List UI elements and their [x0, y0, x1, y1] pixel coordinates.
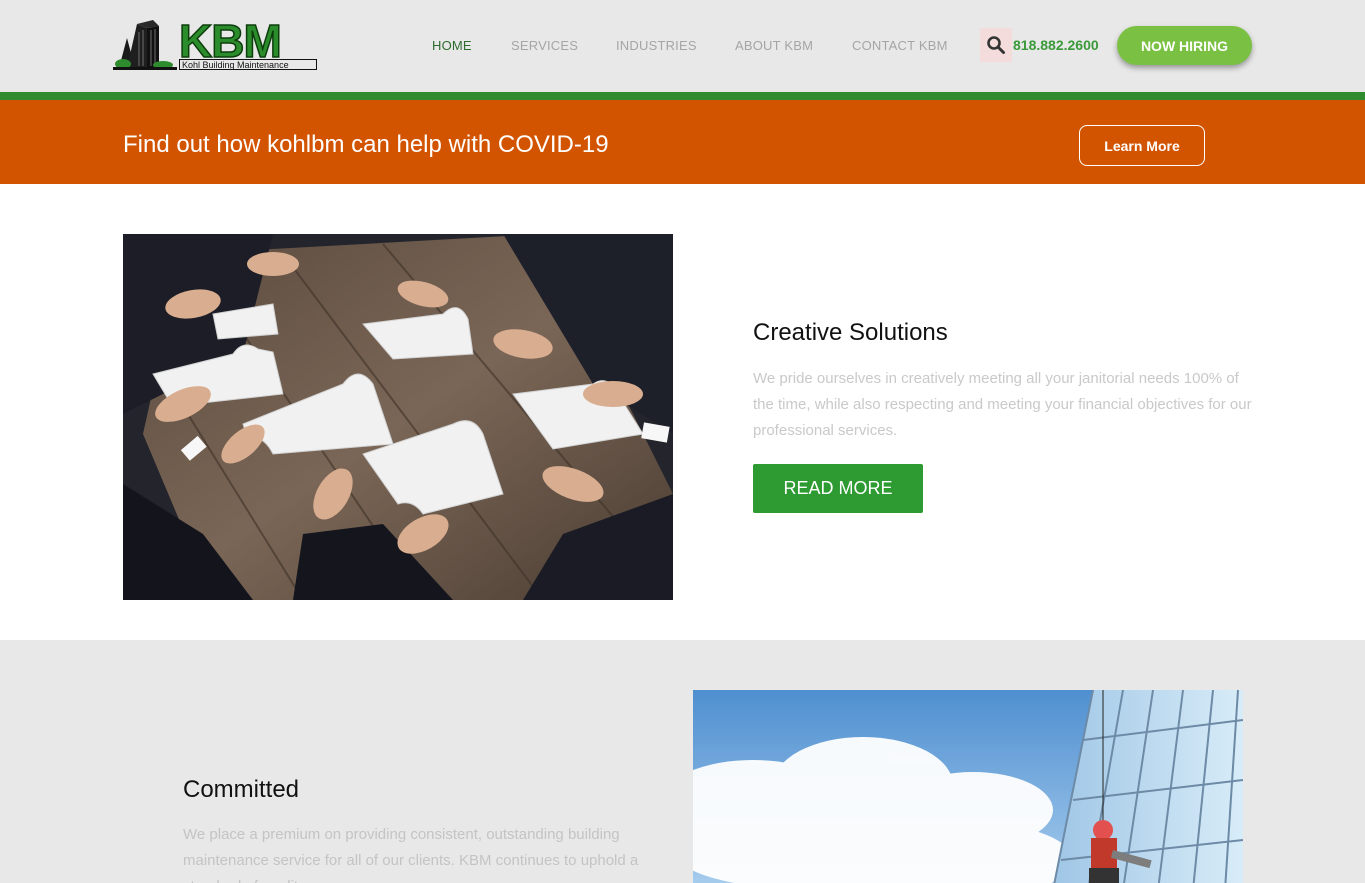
window-cleaner-image — [693, 690, 1243, 883]
puzzle-teamwork-image — [123, 234, 673, 600]
nav-item-services[interactable]: SERVICES — [511, 38, 578, 53]
banner-text: Find out how kohlbm can help with COVID-… — [123, 131, 609, 158]
logo-tagline: Kohl Building Maintenance — [179, 59, 317, 70]
creative-solutions-text: We pride ourselves in creatively meeting… — [753, 370, 1252, 439]
header-divider — [0, 92, 1365, 100]
nav-item-about[interactable]: ABOUT KBM — [735, 38, 813, 53]
committed-text: We place a premium on providing consiste… — [183, 826, 639, 883]
nav-item-industries[interactable]: INDUSTRIES — [616, 38, 697, 53]
phone-number-link[interactable]: 818.882.2600 — [1013, 37, 1099, 53]
search-button[interactable] — [980, 28, 1012, 62]
nav-item-home[interactable]: HOME — [432, 38, 472, 53]
read-more-button[interactable]: READ MORE — [753, 464, 923, 513]
committed-heading: Committed — [183, 776, 300, 803]
covid-banner: Find out how kohlbm can help with COVID-… — [0, 100, 1365, 184]
search-icon — [987, 36, 1005, 54]
learn-more-button[interactable]: Learn More — [1079, 125, 1205, 166]
committed-section: Committed We place a premium on providin… — [0, 640, 1365, 883]
now-hiring-button[interactable]: NOW HIRING — [1117, 26, 1252, 65]
nav-item-contact[interactable]: CONTACT KBM — [852, 38, 948, 53]
creative-solutions-heading: Creative Solutions — [753, 319, 948, 346]
kbm-logo[interactable]: KBM Kohl Building Maintenance — [113, 14, 318, 72]
site-header: KBM Kohl Building Maintenance HOME SERVI… — [0, 0, 1365, 92]
building-logo-icon — [113, 20, 177, 70]
creative-solutions-section: Creative Solutions We pride ourselves in… — [0, 184, 1365, 640]
